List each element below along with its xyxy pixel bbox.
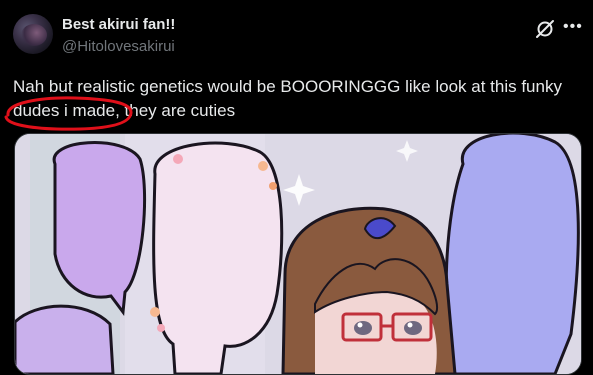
more-options-icon[interactable]: •••	[563, 18, 583, 36]
author-handle[interactable]: @Hitolovesakirui	[62, 38, 175, 55]
author-avatar[interactable]	[13, 14, 53, 54]
tweet-media-image[interactable]	[14, 133, 582, 375]
tweet-text: Nah but realistic genetics would be BOOO…	[13, 77, 562, 120]
grok-icon[interactable]	[535, 19, 555, 39]
anime-illustration	[15, 134, 581, 374]
author-display-name[interactable]: Best akirui fan!!	[62, 16, 175, 33]
